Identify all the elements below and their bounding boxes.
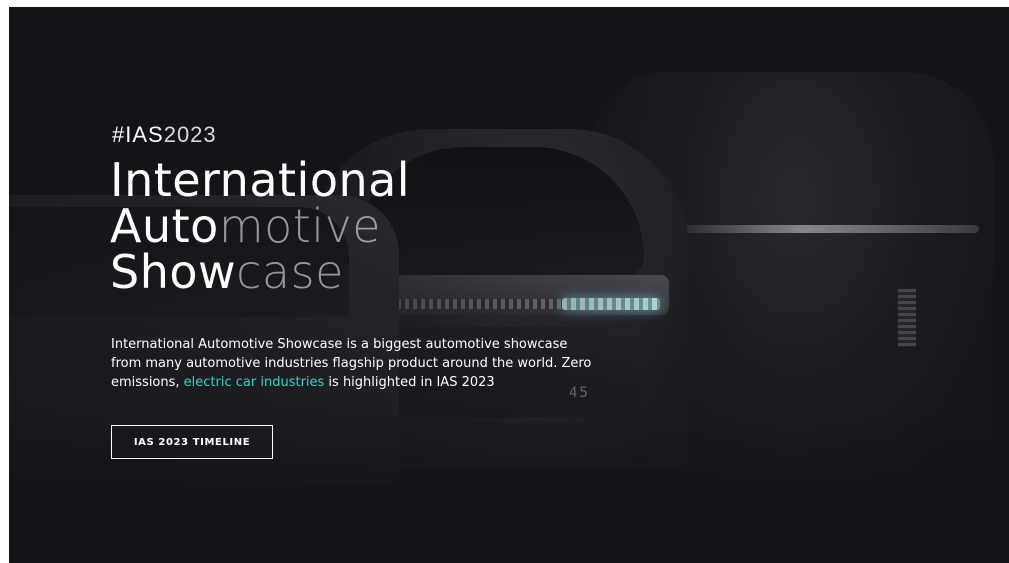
title-line-3-bold: Show	[110, 245, 237, 299]
event-hashtag: #IAS2023	[112, 122, 217, 148]
timeline-button-label: IAS 2023 TIMELINE	[133, 436, 251, 448]
hashtag-year: 2023	[163, 122, 217, 147]
description-highlight: electric car industries	[183, 375, 325, 390]
description-text-2: is highlighted in IAS 2023	[324, 375, 495, 390]
timeline-button[interactable]: IAS 2023 TIMELINE	[111, 425, 273, 459]
hashtag-prefix: #IAS	[112, 122, 164, 147]
title-line-3-thin: case	[236, 245, 344, 299]
hero-description: International Automotive Showcase is a b…	[111, 335, 601, 392]
page-title: International Automotive Showcase	[110, 157, 410, 295]
hero-section: 45 #IAS2023 International Automotive Sho…	[9, 7, 1009, 563]
